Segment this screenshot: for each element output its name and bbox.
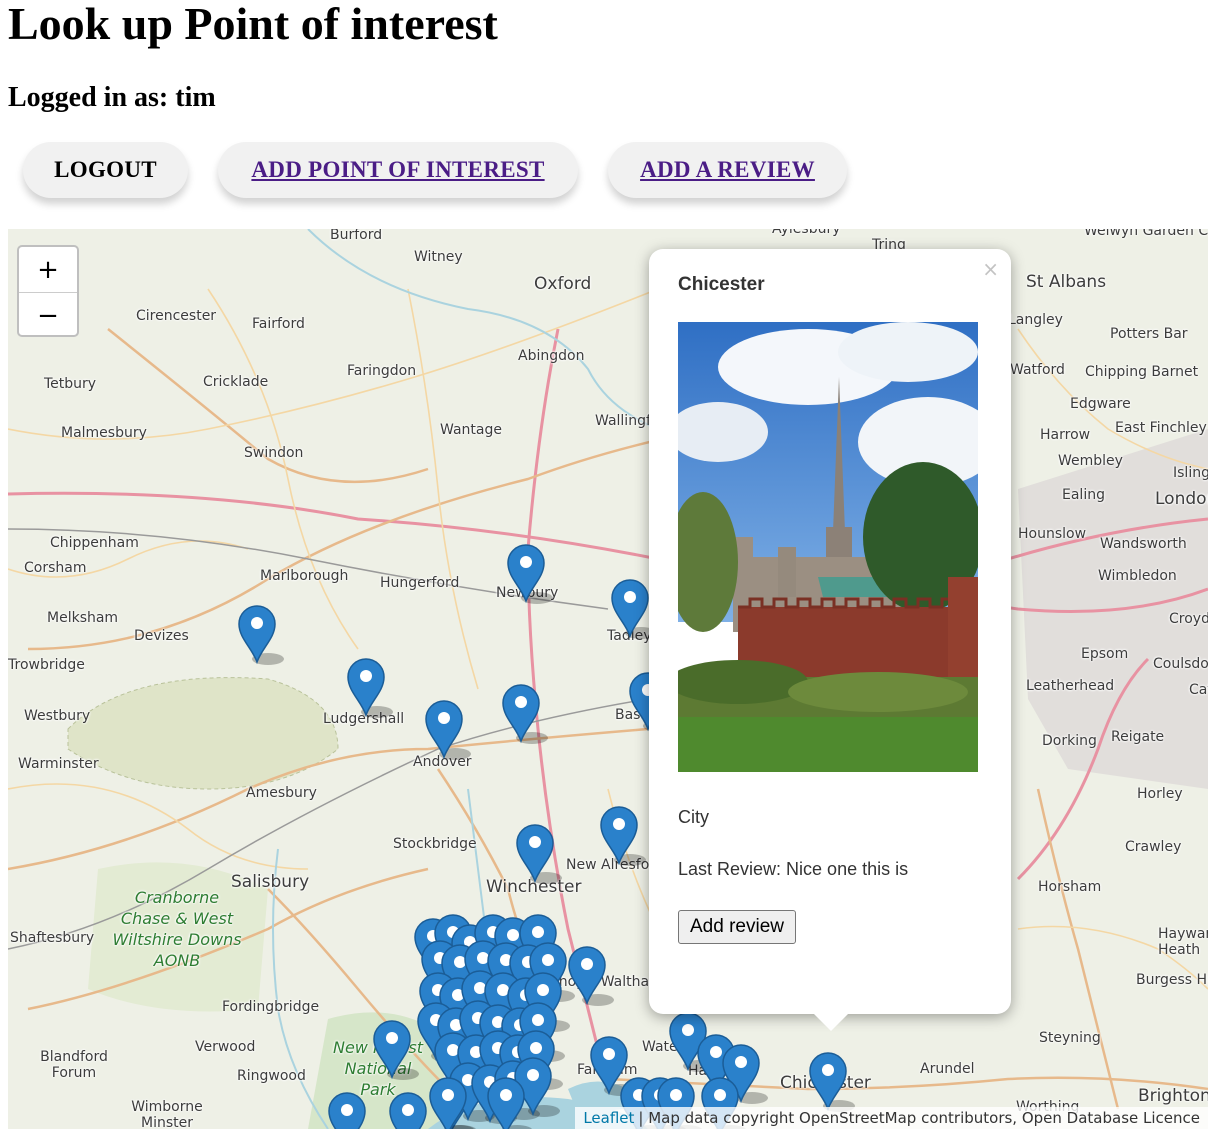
cathedral-photo-image — [678, 322, 978, 772]
poi-marker-icon[interactable] — [238, 605, 284, 665]
zoom-in-button[interactable]: + — [19, 247, 77, 293]
poi-marker-icon[interactable] — [507, 544, 553, 604]
page-title: Look up Point of interest — [8, 0, 498, 49]
popup-tip — [813, 1013, 849, 1031]
poi-marker-icon[interactable] — [328, 1092, 374, 1129]
poi-marker-icon[interactable] — [568, 946, 614, 1006]
poi-photo — [678, 322, 978, 772]
poi-marker-icon[interactable] — [502, 684, 548, 744]
leaflet-link[interactable]: Leaflet — [583, 1109, 634, 1127]
add-review-button[interactable]: Add review — [678, 910, 796, 944]
poi-marker-icon[interactable] — [600, 806, 646, 866]
add-a-review-link[interactable]: ADD A REVIEW — [608, 142, 847, 198]
zoom-out-button[interactable]: − — [19, 293, 77, 335]
poi-marker-icon[interactable] — [809, 1052, 855, 1112]
last-review: Last Review: Nice one this is — [678, 859, 909, 879]
poi-marker-icon[interactable] — [425, 700, 471, 760]
poi-marker-icon[interactable] — [516, 824, 562, 884]
map[interactable]: Burford Witney Aylesbury Tring Welwyn Ga… — [8, 229, 1208, 1129]
map-attribution: Leaflet | Map data copyright OpenStreetM… — [575, 1107, 1208, 1129]
poi-marker-icon[interactable] — [373, 1020, 419, 1080]
marker-layer — [238, 544, 855, 1129]
poi-marker-icon[interactable] — [389, 1092, 435, 1129]
logout-button[interactable]: LOGOUT — [23, 142, 188, 198]
zoom-control: + − — [17, 245, 79, 337]
poi-popup: × Chicester City Last Review: Nice one t… — [649, 249, 1011, 1014]
attribution-text: | Map data copyright OpenStreetMap contr… — [638, 1109, 1200, 1127]
popup-close-icon[interactable]: × — [982, 257, 999, 281]
popup-title: Chicester — [678, 274, 765, 295]
poi-marker-icon[interactable] — [347, 658, 393, 718]
add-point-of-interest-link[interactable]: ADD POINT OF INTEREST — [218, 142, 578, 198]
poi-type: City — [678, 807, 709, 827]
logged-in-label: Logged in as: tim — [8, 82, 216, 113]
